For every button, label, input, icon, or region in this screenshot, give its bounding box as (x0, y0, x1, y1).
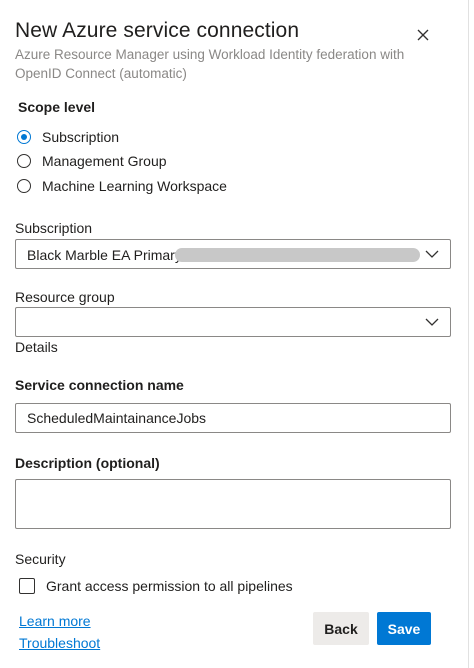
radio-unselected-icon[interactable] (17, 179, 31, 193)
save-button[interactable]: Save (377, 612, 431, 645)
grant-access-checkbox[interactable] (19, 578, 35, 594)
radio-ml-workspace-label: Machine Learning Workspace (42, 178, 227, 194)
resource-group-dropdown[interactable] (15, 307, 451, 337)
radio-management-group[interactable]: Management Group (17, 151, 167, 171)
grant-access-checkbox-row[interactable]: Grant access permission to all pipelines (19, 578, 293, 594)
chevron-down-icon (425, 318, 439, 326)
close-icon[interactable] (413, 25, 433, 45)
radio-subscription-label: Subscription (42, 129, 120, 145)
description-label: Description (optional) (15, 455, 160, 471)
chevron-down-icon (425, 250, 439, 258)
radio-subscription[interactable]: Subscription (17, 127, 119, 147)
security-label: Security (15, 551, 66, 567)
service-connection-panel: New Azure service connection Azure Resou… (0, 0, 469, 668)
grant-access-label: Grant access permission to all pipelines (46, 578, 293, 594)
subscription-value: Black Marble EA Primary (27, 247, 182, 263)
back-button[interactable]: Back (313, 612, 369, 645)
description-input[interactable] (15, 479, 451, 529)
learn-more-link[interactable]: Learn more (19, 613, 91, 629)
panel-subtitle: Azure Resource Manager using Workload Id… (15, 47, 405, 81)
radio-management-group-label: Management Group (42, 153, 167, 169)
resource-group-label: Resource group (15, 289, 115, 305)
panel-title: New Azure service connection (15, 19, 300, 42)
radio-unselected-icon[interactable] (17, 154, 31, 168)
service-connection-name-input[interactable] (15, 403, 451, 433)
service-connection-name-label: Service connection name (15, 377, 184, 393)
troubleshoot-link[interactable]: Troubleshoot (19, 635, 100, 651)
subscription-label: Subscription (15, 220, 93, 236)
scope-level-label: Scope level (18, 99, 96, 115)
redaction-bar (175, 248, 420, 262)
details-label: Details (15, 339, 58, 355)
radio-selected-icon[interactable] (17, 130, 31, 144)
radio-ml-workspace[interactable]: Machine Learning Workspace (17, 176, 227, 196)
